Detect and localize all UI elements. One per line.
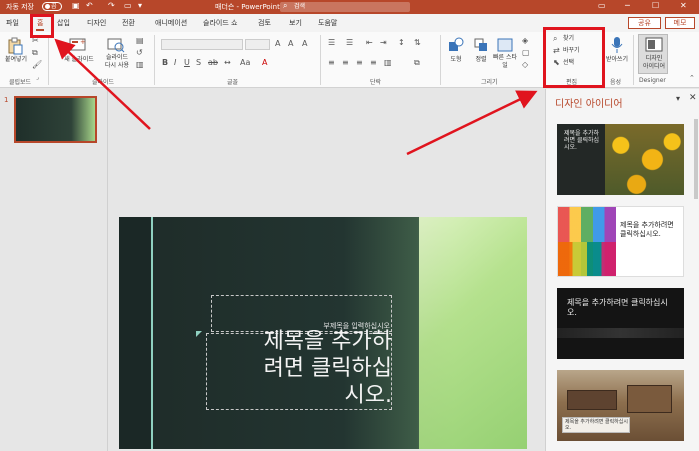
arrow-to-home-tab bbox=[54, 38, 151, 130]
arrow-to-editing-group bbox=[406, 90, 538, 156]
annotation-arrows bbox=[54, 38, 538, 156]
